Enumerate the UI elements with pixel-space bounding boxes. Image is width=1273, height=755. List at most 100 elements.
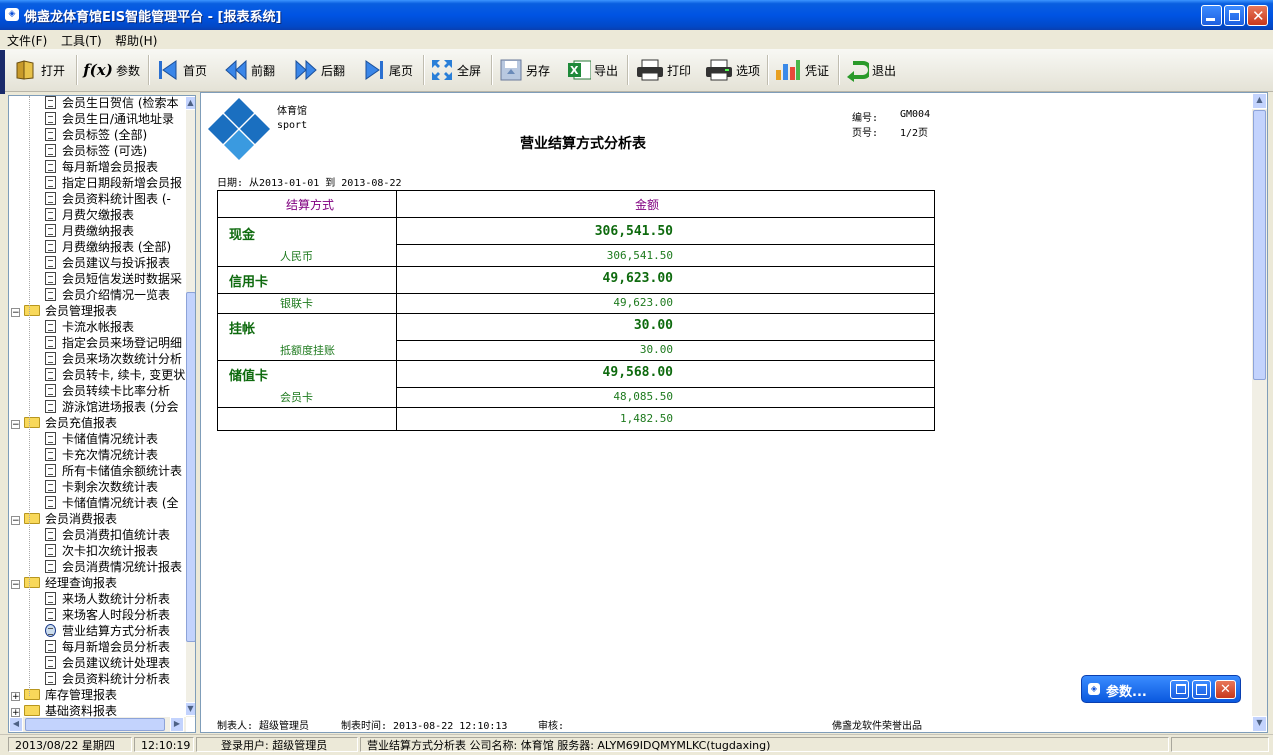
- tree-folder[interactable]: − 会员管理报表: [11, 303, 117, 319]
- tree-item[interactable]: 会员生日/通讯地址录: [45, 111, 174, 127]
- print-button[interactable]: 打印: [636, 54, 691, 86]
- expand-icon[interactable]: +: [11, 708, 20, 718]
- tree-folder[interactable]: − 经理查询报表: [11, 575, 117, 591]
- sports-logo-icon: [208, 98, 270, 160]
- menu-file[interactable]: 文件(F): [7, 32, 47, 49]
- tree-item[interactable]: 来场人数统计分析表: [45, 591, 170, 607]
- title-bar[interactable]: ◈ 佛盏龙体育馆EIS智能管理平台 - [报表系统] ✕: [0, 0, 1273, 30]
- scroll-up-icon[interactable]: ▲: [185, 96, 195, 110]
- previous-page-button[interactable]: 前翻: [224, 54, 275, 86]
- open-button[interactable]: 打开: [14, 54, 65, 86]
- tree-folder[interactable]: − 会员消费报表: [11, 511, 117, 527]
- menu-tools[interactable]: 工具(T): [61, 32, 102, 49]
- fullscreen-button[interactable]: 全屏: [430, 54, 481, 86]
- tree-item-label: 会员充值报表: [45, 416, 118, 430]
- tree-item[interactable]: 会员资料统计图表 (-: [45, 191, 171, 207]
- tree-item-label: 经理查询报表: [45, 576, 118, 590]
- tree-item-label: 会员标签 (全部): [62, 128, 148, 142]
- tree-item[interactable]: 每月新增会员分析表: [45, 639, 170, 655]
- tree-item-label: 卡储值情况统计表: [62, 432, 159, 446]
- menu-help[interactable]: 帮助(H): [115, 32, 157, 49]
- tree-item[interactable]: 所有卡储值余额统计表: [45, 463, 182, 479]
- collapse-icon[interactable]: −: [11, 516, 20, 526]
- voucher-button[interactable]: 凭证: [774, 54, 829, 86]
- magnifier-report-icon: [45, 624, 56, 637]
- tree-item[interactable]: 会员资料统计分析表: [45, 671, 170, 687]
- tree-item-label: 会员生日贺信 (检索本: [62, 96, 179, 110]
- tree-item[interactable]: 次卡扣次统计报表: [45, 543, 158, 559]
- tree-item[interactable]: 会员转卡, 续卡, 变更状: [45, 367, 185, 383]
- tree-folder[interactable]: − 会员充值报表: [11, 415, 117, 431]
- collapse-icon[interactable]: −: [11, 308, 20, 318]
- export-button[interactable]: X 导出: [567, 54, 618, 86]
- tree-item[interactable]: 会员消费情况统计报表: [45, 559, 182, 575]
- tree-item[interactable]: 卡储值情况统计表 (全: [45, 495, 179, 511]
- last-page-icon: [362, 58, 386, 82]
- window-title: 佛盏龙体育馆EIS智能管理平台 - [报表系统]: [24, 10, 282, 25]
- tree-item[interactable]: 来场客人时段分析表: [45, 607, 170, 623]
- scroll-up-icon[interactable]: ▲: [1252, 93, 1267, 109]
- tree-item[interactable]: 会员消费扣值统计表: [45, 527, 170, 543]
- expand-icon[interactable]: +: [11, 692, 20, 702]
- maximize-button[interactable]: [1192, 680, 1211, 699]
- tree-item[interactable]: 会员建议与投诉报表: [45, 255, 170, 271]
- save-as-button[interactable]: 另存: [499, 54, 550, 86]
- tree-item[interactable]: 月费欠缴报表: [45, 207, 134, 223]
- report-scroll-thumb[interactable]: [1253, 110, 1266, 380]
- exit-button[interactable]: 退出: [845, 54, 896, 86]
- logo-text-sport: sport: [277, 120, 308, 131]
- scroll-down-icon[interactable]: ▼: [1252, 716, 1267, 732]
- tree-item[interactable]: 卡剩余次数统计表: [45, 479, 158, 495]
- tree-item[interactable]: 游泳馆进场报表 (分会: [45, 399, 179, 415]
- minimize-button[interactable]: [1201, 5, 1222, 26]
- tree-item[interactable]: 会员生日贺信 (检索本: [45, 96, 179, 111]
- scroll-right-icon[interactable]: ▶: [170, 717, 184, 732]
- tree-item[interactable]: 月费缴纳报表 (全部): [45, 239, 171, 255]
- tree-item-label: 会员标签 (可选): [62, 144, 148, 158]
- tree-item[interactable]: 会员建议统计处理表: [45, 655, 170, 671]
- status-info: 营业结算方式分析表 公司名称: 体育馆 服务器: ALYM69IDQMYMLKC…: [360, 737, 1169, 752]
- scroll-left-icon[interactable]: ◀: [9, 717, 23, 732]
- tree-scroll-thumb[interactable]: [186, 292, 195, 642]
- tree-item[interactable]: 会员标签 (全部): [45, 127, 147, 143]
- close-button[interactable]: ✕: [1247, 5, 1268, 26]
- tree-hscroll-thumb[interactable]: [25, 718, 165, 731]
- footer-brand: 佛盏龙软件荣誉出品: [832, 721, 922, 732]
- print-options-button[interactable]: 选项: [705, 54, 760, 86]
- next-page-button[interactable]: 后翻: [294, 54, 345, 86]
- params-button[interactable]: f(x) 参数: [83, 54, 140, 86]
- params-window-title: 参数...: [1106, 685, 1147, 700]
- params-floating-window[interactable]: ◈ 参数... ✕: [1081, 675, 1241, 703]
- last-page-button[interactable]: 尾页: [362, 54, 413, 86]
- tree-item[interactable]: 会员标签 (可选): [45, 143, 147, 159]
- tree-item[interactable]: 卡流水帐报表: [45, 319, 134, 335]
- tree-item[interactable]: 会员转续卡比率分析: [45, 383, 170, 399]
- tree-item[interactable]: 每月新增会员报表: [45, 159, 158, 175]
- maximize-button[interactable]: [1224, 5, 1245, 26]
- tree-item[interactable]: 月费缴纳报表: [45, 223, 134, 239]
- close-button[interactable]: ✕: [1215, 680, 1236, 699]
- toolbar-separator: [491, 55, 493, 85]
- scroll-down-icon[interactable]: ▼: [185, 702, 195, 716]
- sub-method-name: 银联卡: [280, 297, 313, 310]
- tree-item[interactable]: 营业结算方式分析表: [45, 623, 170, 639]
- restore-button[interactable]: [1170, 680, 1189, 699]
- report-document-icon: [45, 672, 56, 685]
- status-time: 12:10:19: [134, 737, 194, 752]
- tree-item[interactable]: 指定日期段新增会员报: [45, 175, 182, 191]
- tree-folder[interactable]: + 库存管理报表: [11, 687, 117, 703]
- tree-vertical-scrollbar[interactable]: ▲ ▼: [185, 96, 195, 717]
- group-total: 30.00: [633, 318, 673, 333]
- tree-item[interactable]: 卡储值情况统计表: [45, 431, 158, 447]
- tree-item[interactable]: 卡充次情况统计表: [45, 447, 158, 463]
- tree-item[interactable]: 会员来场次数统计分析: [45, 351, 182, 367]
- tree-item[interactable]: 会员介绍情况一览表: [45, 287, 170, 303]
- first-page-button[interactable]: 首页: [156, 54, 207, 86]
- tree-item[interactable]: 会员短信发送时数据采: [45, 271, 182, 287]
- folder-open-icon: [14, 58, 38, 82]
- tree-horizontal-scrollbar[interactable]: ◀ ▶: [9, 717, 186, 732]
- tree-item[interactable]: 指定会员来场登记明细: [45, 335, 182, 351]
- collapse-icon[interactable]: −: [11, 420, 20, 430]
- collapse-icon[interactable]: −: [11, 580, 20, 590]
- report-vertical-scrollbar[interactable]: ▲ ▼: [1252, 93, 1267, 732]
